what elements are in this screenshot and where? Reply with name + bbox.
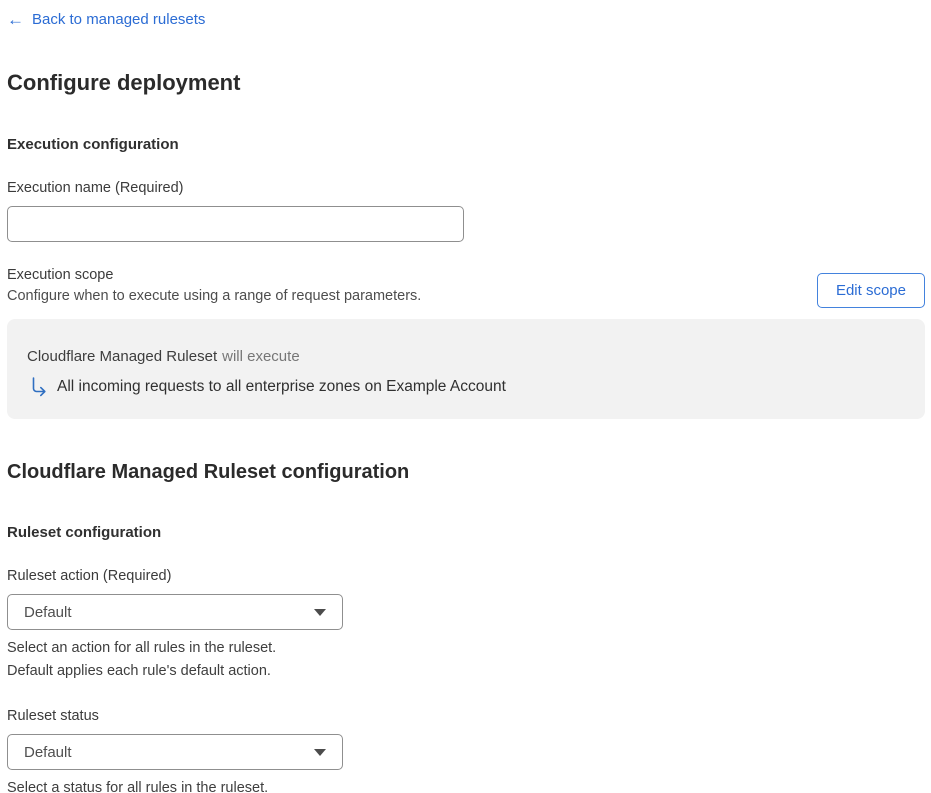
edit-scope-button[interactable]: Edit scope [816, 273, 925, 308]
execution-scope-row: Execution scope Configure when to execut… [7, 267, 925, 308]
execution-scope-text: Execution scope Configure when to execut… [7, 267, 421, 304]
scope-summary-line: Cloudflare Managed Ruleset will execute [27, 348, 905, 365]
ruleset-configuration-main-heading: Cloudflare Managed Ruleset configuration [7, 461, 410, 483]
left-arrow-icon: ← [7, 10, 24, 29]
execution-scope-label: Execution scope [7, 267, 114, 283]
scope-summary-ruleset-name: Cloudflare Managed Ruleset [27, 348, 218, 365]
scope-summary-target-line: All incoming requests to all enterprise … [27, 377, 905, 397]
caret-down-icon [314, 748, 326, 756]
execution-name-input[interactable] [7, 206, 464, 242]
caret-down-icon [314, 608, 326, 616]
ruleset-status-selected-value: Default [24, 743, 72, 761]
ruleset-action-help-line: Default applies each rule's default acti… [7, 662, 271, 679]
ruleset-action-selected-value: Default [24, 603, 72, 621]
execution-configuration-heading: Execution configuration [7, 136, 179, 153]
ruleset-status-label: Ruleset status [7, 708, 99, 724]
ruleset-action-select[interactable]: Default [7, 594, 343, 630]
scope-summary-suffix: will execute [222, 348, 300, 365]
execution-name-label: Execution name (Required) [7, 180, 184, 196]
back-link-label: Back to managed rulesets [32, 11, 206, 28]
corner-down-right-arrow-icon [32, 377, 46, 397]
scope-summary-panel: Cloudflare Managed Ruleset will execute A… [7, 319, 925, 419]
ruleset-action-help: Select an action for all rules in the ru… [7, 637, 925, 682]
ruleset-configuration-subheading: Ruleset configuration [7, 524, 162, 541]
configure-deployment-page: ← Back to managed rulesets Configure dep… [0, 0, 931, 793]
ruleset-action-help-line: Select an action for all rules in the ru… [7, 640, 277, 656]
ruleset-status-help: Select a status for all rules in the rul… [7, 777, 925, 793]
ruleset-status-select[interactable]: Default [7, 734, 343, 770]
back-to-managed-rulesets-link[interactable]: ← Back to managed rulesets [7, 11, 205, 28]
execution-scope-description: Configure when to execute using a range … [7, 288, 422, 304]
ruleset-action-label: Ruleset action (Required) [7, 568, 172, 584]
scope-summary-target: All incoming requests to all enterprise … [57, 378, 506, 395]
page-title: Configure deployment [7, 70, 241, 95]
ruleset-status-help-line: Select a status for all rules in the rul… [7, 780, 269, 793]
